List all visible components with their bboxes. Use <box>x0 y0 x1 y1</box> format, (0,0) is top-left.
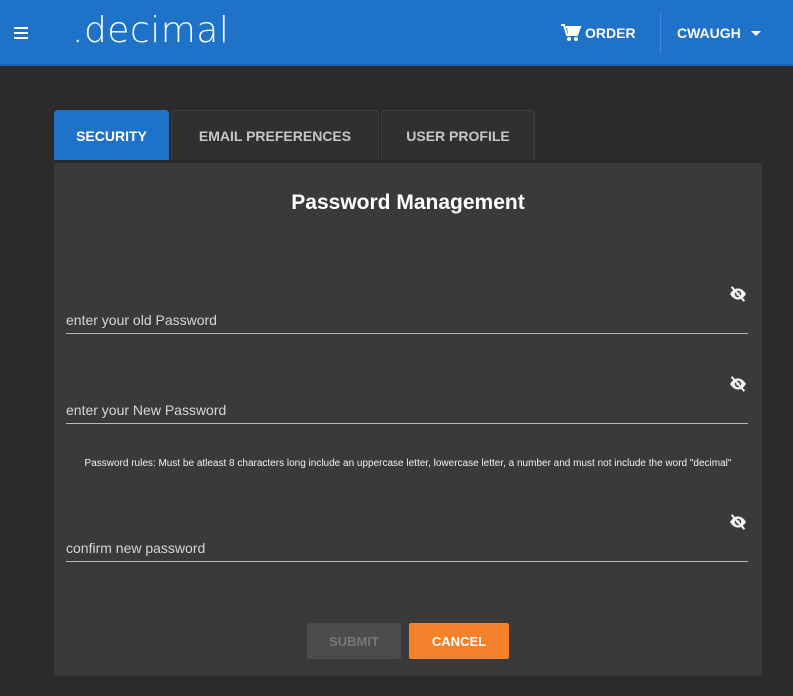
tab-user-profile[interactable]: USER PROFILE <box>381 110 535 160</box>
eye-off-icon[interactable] <box>728 376 748 392</box>
caret-down-icon <box>750 30 761 36</box>
brand-logo[interactable]: .decimal <box>72 10 229 51</box>
confirm-password-field <box>66 514 748 562</box>
old-password-input[interactable] <box>66 300 706 333</box>
new-password-field <box>66 376 748 424</box>
eye-off-icon[interactable] <box>728 514 748 530</box>
old-password-field <box>66 286 748 334</box>
eye-off-icon[interactable] <box>728 286 748 302</box>
user-menu-button[interactable]: CWAUGH <box>677 18 761 48</box>
page-title: Password Management <box>291 191 525 214</box>
cancel-button[interactable]: CANCEL <box>409 623 509 659</box>
user-name: CWAUGH <box>677 25 741 41</box>
app-bar: .decimal ORDER CWAUGH <box>0 0 793 66</box>
submit-button[interactable]: SUBMIT <box>307 623 401 659</box>
password-rules-text: Password rules: Must be atleast 8 charac… <box>84 458 732 469</box>
order-label: ORDER <box>585 25 636 41</box>
new-password-input[interactable] <box>66 390 706 423</box>
settings-tabs: SECURITY EMAIL PREFERENCES USER PROFILE <box>54 110 535 164</box>
tab-email-preferences[interactable]: EMAIL PREFERENCES <box>171 110 379 160</box>
password-management-panel: Password Management Password rules: Must… <box>54 163 762 676</box>
shopping-cart-icon <box>561 24 582 41</box>
appbar-divider <box>660 12 661 54</box>
tab-security[interactable]: SECURITY <box>54 110 169 160</box>
confirm-password-input[interactable] <box>66 528 706 561</box>
order-button[interactable]: ORDER <box>560 18 636 48</box>
hamburger-menu-icon[interactable] <box>12 24 32 42</box>
